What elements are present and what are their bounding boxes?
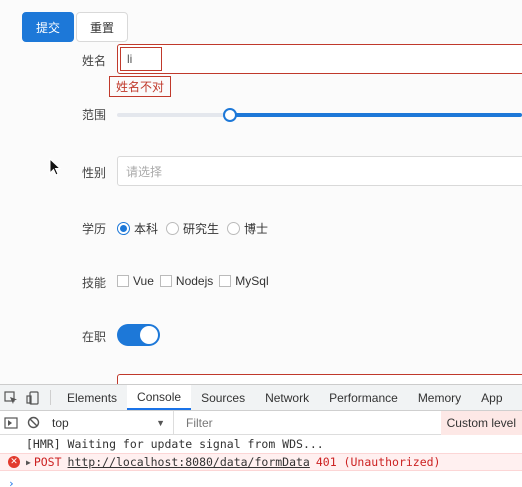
tab-sources[interactable]: Sources [191,385,255,410]
mouse-cursor-icon [49,158,62,176]
console-toolbar: top ▼ Filter Custom level [0,410,522,435]
radio-label: 博士 [244,222,269,236]
context-select[interactable]: top ▼ [44,410,174,435]
radio-dot [117,222,130,235]
log-status: 401 (Unauthorized) [315,455,441,469]
education-radio-group: 本科 研究生 博士 [117,220,276,237]
education-label: 学历 [82,222,107,236]
range-slider[interactable] [117,108,522,122]
tab-memory[interactable]: Memory [408,385,471,410]
checkbox-box [219,275,232,287]
clear-console-icon[interactable] [22,416,44,429]
log-method: POST [33,455,62,469]
device-toolbar-icon[interactable] [22,385,44,410]
inspect-element-icon[interactable] [0,385,22,410]
tab-application[interactable]: App [471,385,512,410]
sidebar-toggle-icon[interactable] [0,416,22,429]
employed-label: 在职 [82,330,107,344]
tab-network[interactable]: Network [255,385,319,410]
submit-button[interactable]: 提交 [22,12,74,42]
checkbox-vue[interactable]: Vue [117,274,154,288]
checkbox-box [117,275,129,287]
form-area: 提交 重置 姓名 li 姓名不对 范围 性别 请选择 学历 本科 研究生 博士 … [0,0,522,384]
gender-placeholder: 请选择 [126,164,163,179]
name-value-box: li [120,47,162,71]
tab-elements[interactable]: Elements [57,385,127,410]
radio-master[interactable]: 研究生 [166,220,219,237]
gender-select[interactable]: 请选择 [117,156,522,186]
radio-label: 研究生 [183,222,220,236]
radio-dot [227,222,241,235]
slider-fill [230,113,522,117]
skills-checkbox-group: Vue Nodejs MySql [117,274,275,288]
devtools-panel: Elements Console Sources Network Perform… [0,384,522,487]
console-log-line: [HMR] Waiting for update signal from WDS… [0,435,522,453]
next-field-input[interactable] [117,374,522,384]
checkbox-box [159,275,172,287]
radio-doctor[interactable]: 博士 [227,220,268,237]
checkbox-label: MySql [235,274,269,288]
employed-switch[interactable] [117,324,160,346]
checkbox-nodejs[interactable]: Nodejs [159,274,214,288]
tab-console[interactable]: Console [127,385,192,410]
log-text: [HMR] Waiting for update signal from WDS… [26,437,324,451]
radio-bachelor[interactable]: 本科 [117,220,158,237]
name-label: 姓名 [82,54,107,68]
skills-label: 技能 [82,276,107,290]
dropdown-arrow-icon: ▼ [156,417,165,428]
error-icon: ✕ [8,456,20,468]
radio-dot [166,222,180,235]
checkbox-label: Nodejs [175,274,214,288]
slider-handle[interactable] [223,108,238,122]
tab-performance[interactable]: Performance [319,385,408,410]
expand-arrow-icon[interactable]: ▶ [26,458,31,467]
radio-label: 本科 [134,222,159,236]
devtools-tab-bar: Elements Console Sources Network Perform… [0,385,522,411]
switch-knob [140,326,158,344]
console-prompt-icon[interactable]: › [8,477,15,487]
log-levels-dropdown[interactable]: Custom level [440,411,522,435]
console-error-line: ✕ ▶ POST http://localhost:8080/data/form… [0,453,522,471]
context-value: top [52,415,69,430]
name-error-message: 姓名不对 [109,76,171,97]
toolbar-divider [50,390,51,405]
checkbox-label: Vue [133,274,154,288]
reset-button[interactable]: 重置 [76,12,128,42]
gender-label: 性别 [82,166,107,180]
name-input[interactable]: li [117,44,522,74]
log-url-link[interactable]: http://localhost:8080/data/formData [68,455,310,469]
range-label: 范围 [82,108,107,122]
name-value: li [127,52,133,66]
checkbox-mysql[interactable]: MySql [219,274,269,288]
